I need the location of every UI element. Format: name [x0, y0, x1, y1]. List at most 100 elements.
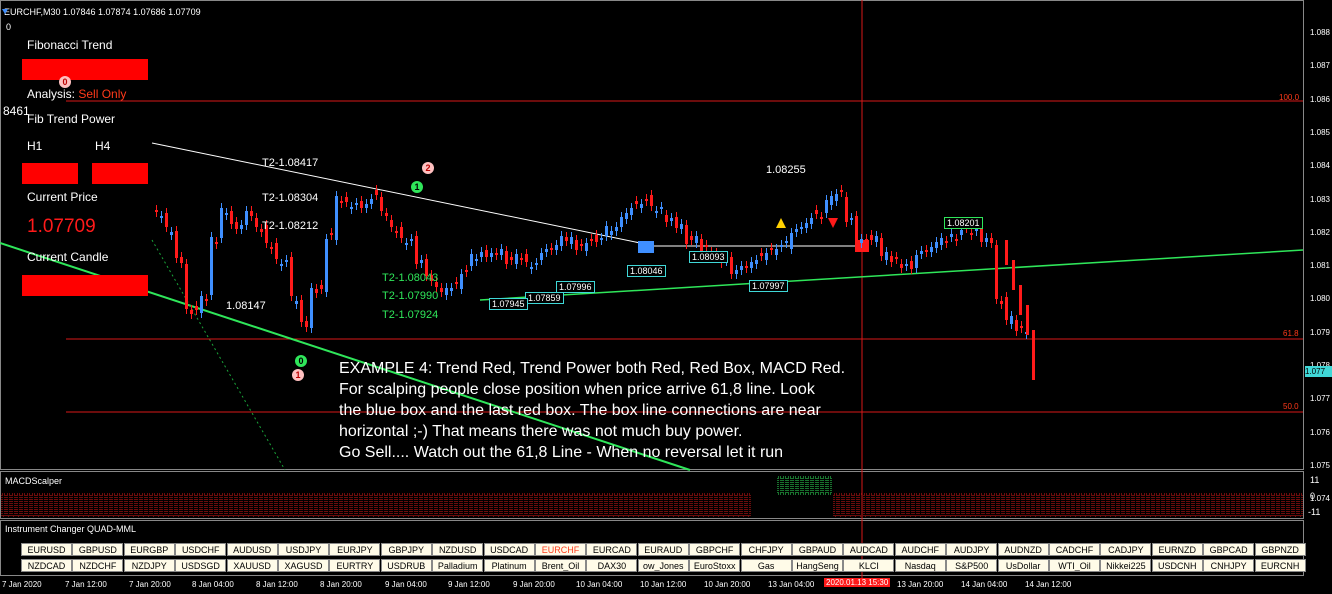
current-candle-box [22, 275, 148, 296]
candle [200, 296, 203, 313]
macd-bar [833, 493, 838, 517]
instrument-button-xauusd[interactable]: XAUUSD [226, 559, 278, 572]
instrument-button-cadchf[interactable]: CADCHF [1049, 543, 1100, 556]
instrument-button-chfjpy[interactable]: CHFJPY [740, 543, 792, 556]
instrument-button-wti-oil[interactable]: WTI_Oil [1049, 559, 1100, 572]
instrument-button-usdcnh[interactable]: USDCNH [1151, 559, 1203, 572]
instrument-button-gbpchf[interactable]: GBPCHF [689, 543, 741, 556]
candle [1005, 297, 1008, 320]
instrument-button-ow-jones[interactable]: ow_Jones [637, 559, 689, 572]
instrument-button-platinum[interactable]: Platinum [483, 559, 535, 572]
instrument-button-euraud[interactable]: EURAUD [637, 543, 689, 556]
macd-bar [251, 493, 256, 517]
candle [895, 257, 898, 259]
macd-bar [968, 493, 973, 517]
instrument-button-eurnzd[interactable]: EURNZD [1151, 543, 1203, 556]
instrument-button-usdrub[interactable]: USDRUB [380, 559, 432, 572]
macd-bar [646, 493, 651, 517]
instrument-button-audusd[interactable]: AUDUSD [226, 543, 278, 556]
instrument-button-usdsgd[interactable]: USDSGD [175, 559, 227, 572]
time-axis-label: 10 Jan 04:00 [576, 580, 623, 589]
instrument-button-gas[interactable]: Gas [740, 559, 792, 572]
macd-bar [701, 493, 706, 517]
macd-bar [506, 493, 511, 517]
instrument-button-palladium[interactable]: Palladium [432, 559, 484, 572]
macd-bar [471, 493, 476, 517]
instrument-button-eurcnh[interactable]: EURCNH [1254, 559, 1306, 572]
instrument-button-brent-oil[interactable]: Brent_Oil [535, 559, 586, 572]
instrument-button-audcad[interactable]: AUDCAD [843, 543, 895, 556]
instrument-button-nzdchf[interactable]: NZDCHF [72, 559, 124, 572]
candle [820, 217, 823, 219]
macd-bar [261, 493, 266, 517]
price-scale-tick: 1.077 [1309, 394, 1330, 404]
macd-bar [21, 493, 26, 517]
instrument-button-eurusd[interactable]: EURUSD [21, 543, 72, 556]
instrument-button-gbpcad[interactable]: GBPCAD [1203, 543, 1255, 556]
instrument-button-nasdaq[interactable]: Nasdaq [894, 559, 946, 572]
instrument-button-nikkei225[interactable]: Nikkei225 [1100, 559, 1152, 572]
instrument-button-eurcad[interactable]: EURCAD [586, 543, 638, 556]
candle [845, 197, 848, 222]
candle [445, 288, 448, 295]
macd-bar [923, 493, 928, 517]
instrument-button-gbpnzd[interactable]: GBPNZD [1254, 543, 1306, 556]
instrument-button-audjpy[interactable]: AUDJPY [946, 543, 998, 556]
macd-bar [1263, 493, 1268, 517]
wave-marker-1-bottom: 1 [292, 369, 304, 381]
instrument-button-gbpjpy[interactable]: GBPJPY [380, 543, 432, 556]
candle [855, 216, 858, 243]
candle [750, 262, 753, 268]
instrument-button-dax30[interactable]: DAX30 [586, 559, 638, 572]
instrument-button-audchf[interactable]: AUDCHF [894, 543, 946, 556]
macd-bar [1028, 493, 1033, 517]
macd-bar [1133, 493, 1138, 517]
macd-bar [61, 493, 66, 517]
macd-bar [843, 493, 848, 517]
instrument-button-eurjpy[interactable]: EURJPY [329, 543, 381, 556]
macd-bar [1093, 493, 1098, 517]
macd-bar [321, 493, 326, 517]
macd-bar [686, 493, 691, 517]
candle [800, 227, 803, 229]
instrument-button-hangseng[interactable]: HangSeng [792, 559, 843, 572]
instrument-button-usdchf[interactable]: USDCHF [175, 543, 227, 556]
instrument-button-nzdjpy[interactable]: NZDJPY [123, 559, 175, 572]
macd-bar [746, 493, 751, 517]
macd-bar [848, 493, 853, 517]
instrument-button-nzdcad[interactable]: NZDCAD [21, 559, 72, 572]
instrument-button-eurgbp[interactable]: EURGBP [123, 543, 175, 556]
macd-bar [676, 493, 681, 517]
instrument-button-usdcad[interactable]: USDCAD [483, 543, 535, 556]
instrument-button-gbpusd[interactable]: GBPUSD [72, 543, 124, 556]
time-axis-label: 8 Jan 20:00 [320, 580, 362, 589]
instrument-button-gbpaud[interactable]: GBPAUD [792, 543, 843, 556]
macd-bar [943, 493, 948, 517]
chart-canvas[interactable] [0, 0, 1332, 594]
macd-bar [797, 476, 802, 495]
instrument-button-cadjpy[interactable]: CADJPY [1100, 543, 1152, 556]
time-axis-label: 13 Jan 04:00 [768, 580, 815, 589]
instrument-button-eurostoxx[interactable]: EuroStoxx [689, 559, 741, 572]
candle [460, 274, 463, 289]
candle [235, 222, 238, 229]
candle [270, 247, 273, 249]
instrument-button-xagusd[interactable]: XAGUSD [278, 559, 329, 572]
instrument-button-s-p500[interactable]: S&P500 [946, 559, 998, 572]
candle [980, 227, 983, 242]
macd-bar [1063, 493, 1068, 517]
instrument-button-usdollar[interactable]: UsDollar [997, 559, 1049, 572]
instrument-button-usdjpy[interactable]: USDJPY [278, 543, 329, 556]
instrument-button-eurtry[interactable]: EURTRY [329, 559, 381, 572]
macd-bar [1298, 493, 1303, 517]
instrument-button-eurchf[interactable]: EURCHF [535, 543, 586, 556]
instrument-button-cnhjpy[interactable]: CNHJPY [1203, 559, 1255, 572]
instrument-button-nzdusd[interactable]: NZDUSD [432, 543, 484, 556]
instrument-button-audnzd[interactable]: AUDNZD [997, 543, 1049, 556]
macd-bar [958, 493, 963, 517]
price-scale-tick: 1.081 [1309, 261, 1330, 271]
macd-bar [311, 493, 316, 517]
instrument-button-klci[interactable]: KLCI [843, 559, 895, 572]
candle [245, 211, 248, 225]
candle [400, 227, 403, 238]
